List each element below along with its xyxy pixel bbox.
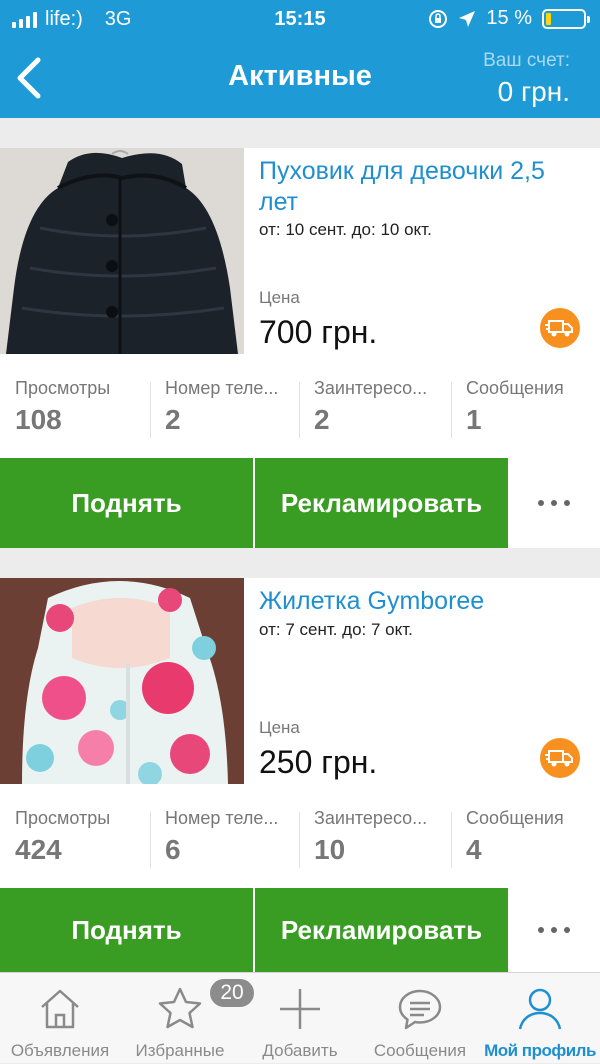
stat-label: Заинтересо... <box>314 808 428 828</box>
battery-icon <box>542 8 590 29</box>
stat-interested: Заинтересо... 10 <box>299 806 449 872</box>
tab-my-profile[interactable]: Мой профиль <box>480 973 600 1064</box>
tab-label: Объявления <box>10 1041 110 1060</box>
stat-value: 4 <box>466 834 482 865</box>
floral-vest-image <box>0 578 244 784</box>
promote-button[interactable]: Рекламировать <box>255 888 508 972</box>
status-bar: life:) 3G 15:15 15 % <box>0 0 600 40</box>
raise-button[interactable]: Поднять <box>0 888 253 972</box>
status-icons: 15 % <box>428 7 590 30</box>
user-icon <box>518 988 562 1030</box>
delivery-truck-icon <box>545 320 573 337</box>
stat-phone: Номер теле... 6 <box>150 806 300 872</box>
listing-dates: от: 10 сент. до: 10 окт. <box>259 220 432 239</box>
tab-label: Добавить <box>262 1041 338 1060</box>
more-dots-icon[interactable] <box>508 458 600 548</box>
raise-button[interactable]: Поднять <box>0 458 253 548</box>
stat-value: 2 <box>165 404 181 435</box>
listing-photo[interactable] <box>0 148 244 354</box>
listing-stats: Просмотры 108 Номер теле... 2 Заинтересо..… <box>0 376 600 442</box>
stat-views: Просмотры 424 <box>0 806 150 872</box>
stat-label: Просмотры <box>15 378 111 398</box>
delivery-truck-icon <box>545 750 573 767</box>
price-label: Цена <box>259 718 300 737</box>
tab-favorites[interactable]: 20 Избранные <box>120 973 256 1064</box>
stat-label: Сообщения <box>466 808 564 828</box>
listing-card: Жилетка Gymboree от: 7 сент. до: 7 окт. … <box>0 578 600 972</box>
stat-views: Просмотры 108 <box>0 376 150 442</box>
stat-label: Заинтересо... <box>314 378 428 398</box>
delivery-badge[interactable] <box>540 308 580 348</box>
stat-value: 10 <box>314 834 346 865</box>
stat-value: 2 <box>314 404 330 435</box>
tab-add[interactable]: Добавить <box>240 973 360 1064</box>
stat-label: Просмотры <box>15 808 111 828</box>
more-dots-icon[interactable] <box>508 888 600 972</box>
account-balance[interactable]: 0 грн. <box>498 76 570 108</box>
nav-header: Активные Ваш счет: 0 грн. <box>0 40 600 118</box>
chat-bubble-icon <box>398 989 442 1030</box>
stat-value: 108 <box>15 404 62 435</box>
promote-button[interactable]: Рекламировать <box>255 458 508 548</box>
stat-messages: Сообщения 4 <box>451 806 600 872</box>
stat-phone: Номер теле... 2 <box>150 376 300 442</box>
stat-label: Номер теле... <box>165 808 279 828</box>
listing-dates: от: 7 сент. до: 7 окт. <box>259 620 413 639</box>
orientation-lock-icon <box>429 9 448 28</box>
stat-label: Сообщения <box>466 378 564 398</box>
listing-photo[interactable] <box>0 578 244 784</box>
stat-interested: Заинтересо... 2 <box>299 376 449 442</box>
price-label: Цена <box>259 288 300 307</box>
stat-value: 424 <box>15 834 62 865</box>
listing-price: 250 грн. <box>259 744 378 780</box>
listing-card: Пуховик для девочки 2,5 лет от: 10 сент.… <box>0 148 600 548</box>
tab-label: Избранные <box>135 1041 225 1060</box>
plus-icon <box>280 989 320 1029</box>
home-icon <box>41 989 79 1029</box>
listing-price: 700 грн. <box>259 314 378 350</box>
listing-title[interactable]: Жилетка Gymboree <box>259 586 579 617</box>
puffer-jacket-image <box>0 148 244 354</box>
stat-value: 6 <box>165 834 181 865</box>
tab-bar: Объявления 20 Избранные Добавить Сообщен… <box>0 972 600 1063</box>
stat-label: Номер теле... <box>165 378 279 398</box>
listing-title[interactable]: Пуховик для девочки 2,5 лет <box>259 156 579 218</box>
listing-stats: Просмотры 424 Номер теле... 6 Заинтересо..… <box>0 806 600 872</box>
tab-messages[interactable]: Сообщения <box>360 973 480 1064</box>
tab-label: Сообщения <box>373 1041 467 1060</box>
stat-value: 1 <box>466 404 482 435</box>
location-arrow-icon <box>459 10 476 27</box>
star-icon <box>158 987 202 1029</box>
stat-messages: Сообщения 1 <box>451 376 600 442</box>
tab-listings[interactable]: Объявления <box>0 973 120 1064</box>
account-label: Ваш счет: <box>483 50 570 71</box>
delivery-badge[interactable] <box>540 738 580 778</box>
battery-percent: 15 % <box>486 7 532 29</box>
tab-label: Мой профиль <box>484 1041 596 1060</box>
